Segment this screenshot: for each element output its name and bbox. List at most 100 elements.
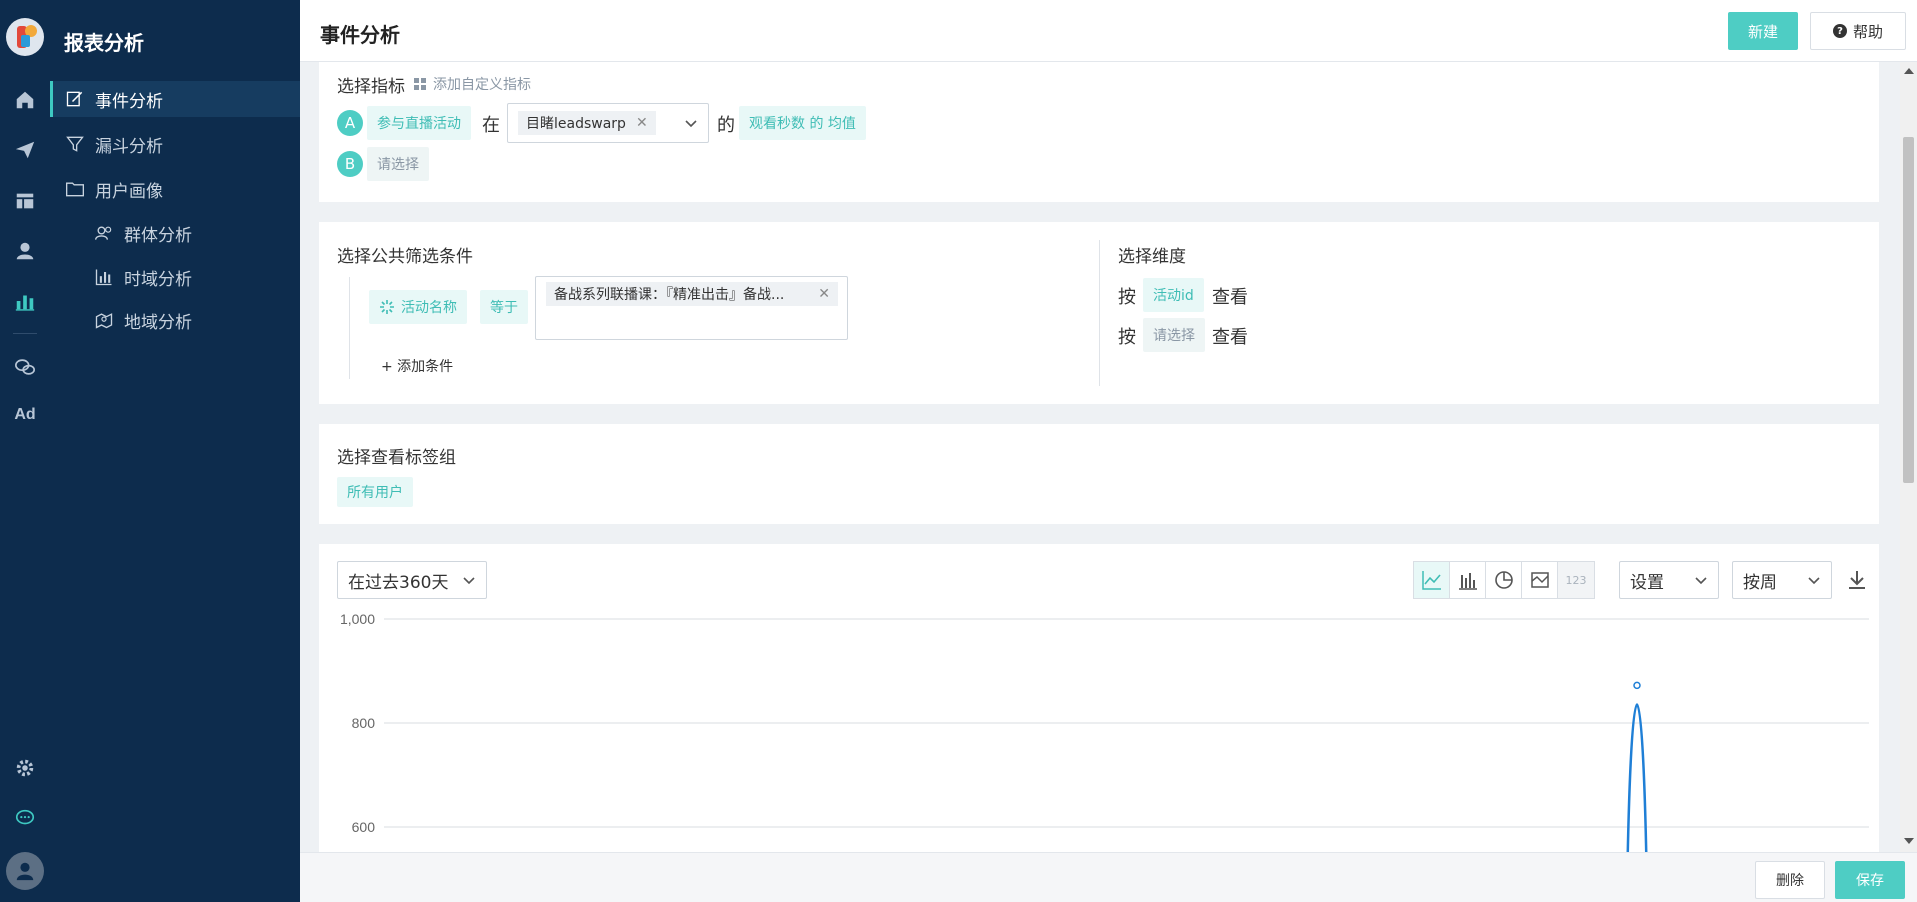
sidebar-item-event-analysis[interactable]: 事件分析 bbox=[50, 81, 300, 117]
number-icon[interactable]: 123 bbox=[1558, 562, 1594, 598]
scroll-down-icon[interactable] bbox=[1904, 838, 1914, 844]
add-custom-metric-link[interactable]: 添加自定义指标 bbox=[414, 74, 531, 94]
analytics-icon[interactable] bbox=[13, 289, 37, 313]
metric-b-select-chip[interactable]: 请选择 bbox=[367, 147, 429, 181]
map-icon bbox=[95, 313, 113, 329]
settings-label: 设置 bbox=[1630, 572, 1664, 593]
chart-panel: 在过去360天 123 设置 按周 1,000 800 600 bbox=[319, 544, 1879, 884]
help-button[interactable]: ? 帮助 bbox=[1810, 12, 1906, 50]
layout-icon[interactable] bbox=[13, 189, 37, 213]
line-chart-icon[interactable] bbox=[1414, 562, 1450, 598]
dim-row2-suffix: 查看 bbox=[1212, 327, 1248, 348]
time-range-dropdown[interactable]: 在过去360天 bbox=[337, 561, 487, 599]
metric-a-source-select[interactable]: 目睹leadswarp ✕ bbox=[507, 103, 709, 143]
folder-icon bbox=[66, 182, 84, 197]
granularity-dropdown[interactable]: 按周 bbox=[1732, 561, 1832, 599]
filter-operator-chip[interactable]: 等于 bbox=[480, 290, 528, 324]
time-range-label: 在过去360天 bbox=[348, 572, 449, 593]
y-tick-label: 600 bbox=[352, 819, 376, 835]
sidebar-item-label: 漏斗分析 bbox=[95, 136, 163, 157]
scroll-up-icon[interactable] bbox=[1904, 68, 1914, 74]
close-icon[interactable]: ✕ bbox=[818, 286, 830, 302]
filter-tree-line bbox=[349, 277, 350, 379]
ad-icon[interactable]: Ad bbox=[10, 406, 40, 424]
dim-row1-suffix: 查看 bbox=[1212, 287, 1248, 308]
chat-icon[interactable] bbox=[13, 806, 37, 830]
y-tick-label: 800 bbox=[352, 715, 376, 731]
rail-divider bbox=[13, 333, 37, 334]
metrics-title: 选择指标 bbox=[337, 77, 405, 97]
pie-chart-icon[interactable] bbox=[1486, 562, 1522, 598]
home-icon[interactable] bbox=[13, 88, 37, 112]
sidebar-item-region-analysis[interactable]: 地域分析 bbox=[50, 302, 300, 338]
sidebar-item-label: 群体分析 bbox=[124, 225, 192, 246]
close-icon[interactable]: ✕ bbox=[636, 115, 648, 131]
filter-field-chip[interactable]: 活动名称 bbox=[369, 290, 467, 324]
add-condition-link[interactable]: + 添加条件 bbox=[381, 356, 453, 376]
delete-button[interactable]: 删除 bbox=[1755, 861, 1825, 899]
metric-a-event-chip[interactable]: 参与直播活动 bbox=[367, 106, 471, 140]
tag-group-panel: 选择查看标签组 所有用户 bbox=[319, 424, 1879, 524]
filter-value-select[interactable]: 备战系列联播课：『精准出击』备战... ✕ bbox=[535, 276, 848, 340]
dim-row2-prefix: 按 bbox=[1118, 327, 1136, 348]
chevron-down-icon bbox=[463, 577, 475, 585]
sidebar-item-funnel-analysis[interactable]: 漏斗分析 bbox=[50, 126, 300, 162]
sidebar-item-label: 事件分析 bbox=[95, 91, 163, 112]
scrollbar[interactable] bbox=[1900, 62, 1917, 852]
download-icon[interactable] bbox=[1845, 568, 1869, 592]
granularity-label: 按周 bbox=[1743, 572, 1777, 593]
tag-label: 目睹leadswarp bbox=[526, 116, 626, 132]
grid-icon bbox=[414, 77, 426, 90]
tag-group-chip[interactable]: 所有用户 bbox=[337, 477, 413, 507]
send-icon[interactable] bbox=[13, 138, 37, 162]
metric-a-badge: A bbox=[337, 110, 363, 136]
chevron-down-icon bbox=[1808, 577, 1820, 585]
sidebar: 报表分析 事件分析 漏斗分析 用户画像 群体分析 时域分析 地域分析 bbox=[50, 0, 300, 902]
word-in: 在 bbox=[482, 115, 500, 136]
sidebar-item-label: 地域分析 bbox=[124, 312, 192, 333]
metric-a-source-tag: 目睹leadswarp ✕ bbox=[518, 111, 656, 135]
add-custom-metric-label: 添加自定义指标 bbox=[433, 77, 531, 93]
edit-icon bbox=[66, 91, 83, 107]
avatar[interactable] bbox=[6, 852, 44, 890]
dim-row2-chip[interactable]: 请选择 bbox=[1143, 318, 1205, 352]
panel-divider bbox=[1099, 240, 1100, 386]
help-icon: ? bbox=[1832, 24, 1847, 38]
app-logo[interactable] bbox=[6, 18, 44, 56]
sidebar-item-time-analysis[interactable]: 时域分析 bbox=[50, 259, 300, 295]
funnel-icon bbox=[66, 136, 84, 152]
icon-rail: Ad bbox=[0, 0, 50, 902]
sidebar-item-group-analysis[interactable]: 群体分析 bbox=[50, 215, 300, 251]
scroll-thumb[interactable] bbox=[1903, 137, 1914, 483]
y-tick-label: 1,000 bbox=[340, 611, 375, 627]
tag-group-title: 选择查看标签组 bbox=[337, 448, 456, 468]
settings-dropdown[interactable]: 设置 bbox=[1619, 561, 1719, 599]
users-icon bbox=[95, 226, 112, 240]
sidebar-item-label: 时域分析 bbox=[124, 269, 192, 290]
bottom-bar: 删除 保存 bbox=[300, 852, 1917, 902]
metric-a-measure-chip[interactable]: 观看秒数 的 均值 bbox=[739, 106, 866, 140]
data-point[interactable] bbox=[1633, 681, 1641, 690]
wechat-icon[interactable] bbox=[13, 355, 37, 379]
gear-icon[interactable] bbox=[13, 756, 37, 780]
metric-b-badge: B bbox=[337, 151, 363, 177]
filters-panel: 选择公共筛选条件 活动名称 等于 备战系列联播课：『精准出击』备战... ✕ +… bbox=[319, 222, 1879, 404]
area-chart-icon[interactable] bbox=[1522, 562, 1558, 598]
main-area: 事件分析 新建 ? 帮助 选择指标 添加自定义指标 A 参与直播活动 在 目睹l… bbox=[300, 0, 1917, 902]
save-button[interactable]: 保存 bbox=[1835, 861, 1905, 899]
metrics-panel: 选择指标 添加自定义指标 A 参与直播活动 在 目睹leadswarp ✕ 的 … bbox=[319, 62, 1879, 202]
new-button[interactable]: 新建 bbox=[1728, 12, 1798, 50]
user-icon[interactable] bbox=[13, 239, 37, 263]
app-root: Ad 报表分析 事件分析 漏斗分析 用户画像 群体分析 时域分析 地域分析 事件… bbox=[0, 0, 1917, 902]
bar-chart-icon[interactable] bbox=[1450, 562, 1486, 598]
chart-canvas: 1,000 800 600 bbox=[340, 611, 1869, 884]
page-title: 事件分析 bbox=[320, 23, 400, 47]
spark-icon bbox=[380, 300, 394, 314]
dim-row1-prefix: 按 bbox=[1118, 287, 1136, 308]
dim-row1-chip[interactable]: 活动id bbox=[1143, 278, 1204, 312]
filters-title: 选择公共筛选条件 bbox=[337, 247, 473, 267]
bar-chart-icon bbox=[95, 269, 112, 286]
tag-label: 备战系列联播课：『精准出击』备战... bbox=[554, 287, 785, 303]
sidebar-item-user-profile[interactable]: 用户画像 bbox=[50, 171, 300, 207]
dimensions-title: 选择维度 bbox=[1118, 247, 1186, 267]
